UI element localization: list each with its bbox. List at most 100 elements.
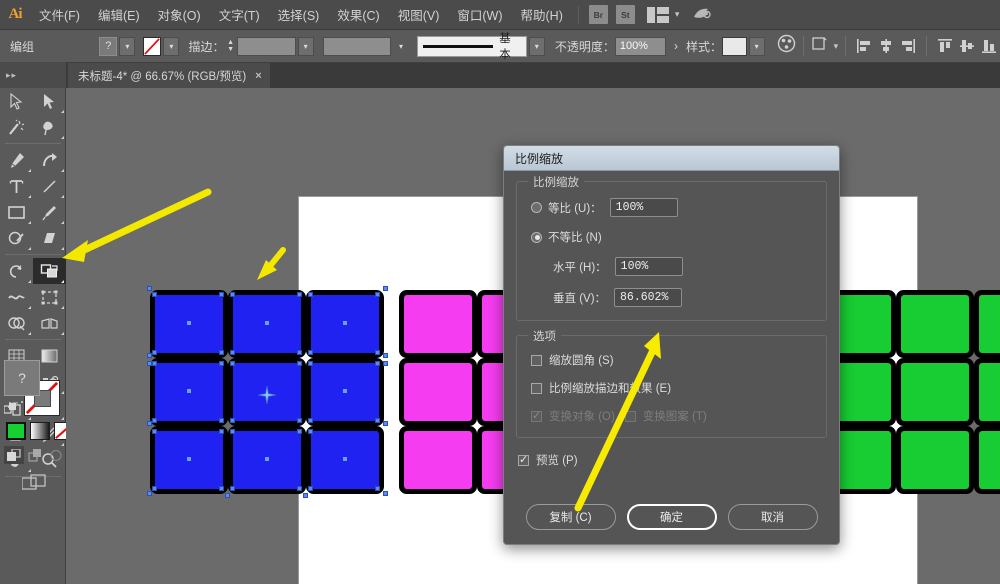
- pen-tool[interactable]: [0, 147, 33, 173]
- menu-select[interactable]: 选择(S): [269, 0, 329, 30]
- transform-chevron-icon[interactable]: ▾: [834, 42, 839, 51]
- opacity-expand-arrow[interactable]: ›: [674, 39, 678, 53]
- stock-button[interactable]: St: [616, 5, 635, 24]
- grid-cell[interactable]: [979, 295, 1000, 353]
- fill-swatch[interactable]: ?: [99, 37, 117, 56]
- perspective-grid-tool[interactable]: [33, 310, 66, 336]
- scale-tool[interactable]: [33, 258, 66, 284]
- tool-panel-grip[interactable]: ▸▸: [0, 62, 66, 88]
- horizontal-field[interactable]: 100%: [615, 257, 683, 276]
- magic-wand-tool[interactable]: [0, 114, 33, 140]
- cancel-button[interactable]: 取消: [728, 504, 818, 530]
- uniform-radio[interactable]: [531, 202, 542, 213]
- curvature-tool[interactable]: [33, 147, 66, 173]
- brush-dropdown[interactable]: ▾: [529, 37, 545, 56]
- preview-row[interactable]: 预览 (P): [518, 452, 827, 468]
- copy-button[interactable]: 复制 (C): [526, 504, 616, 530]
- grid-cell[interactable]: [404, 295, 472, 353]
- type-tool[interactable]: [0, 173, 33, 199]
- close-icon[interactable]: ×: [255, 70, 261, 82]
- draw-inside-button[interactable]: [46, 446, 66, 464]
- uniform-row[interactable]: 等比 (U)： 100%: [531, 198, 812, 217]
- grid-cell[interactable]: [901, 295, 969, 353]
- shape-builder-tool[interactable]: [0, 310, 33, 336]
- vertical-field[interactable]: 86.602%: [614, 288, 682, 307]
- width-tool[interactable]: [0, 284, 33, 310]
- opacity-field[interactable]: 100%: [615, 37, 666, 56]
- bridge-button[interactable]: Br: [589, 5, 608, 24]
- home-bird-icon[interactable]: [692, 6, 712, 24]
- stroke-swatch-none[interactable]: [143, 37, 161, 56]
- direct-selection-tool[interactable]: [33, 88, 66, 114]
- scale-strokes-row[interactable]: 比例缩放描边和效果 (E): [531, 380, 812, 396]
- vertical-row[interactable]: 垂直 (V)： 86.602%: [531, 288, 812, 307]
- align-right-icon[interactable]: [900, 38, 916, 54]
- blue-grid[interactable]: [155, 295, 383, 495]
- layout-icon[interactable]: [647, 7, 669, 23]
- scale-corners-label: 缩放圆角 (S): [549, 352, 614, 368]
- menu-effect[interactable]: 效果(C): [328, 0, 388, 30]
- grid-cell[interactable]: [979, 431, 1000, 489]
- horizontal-row[interactable]: 水平 (H)： 100%: [531, 257, 812, 276]
- eraser-tool[interactable]: [33, 225, 66, 251]
- fill-dropdown[interactable]: ▾: [119, 37, 135, 56]
- free-transform-tool[interactable]: [33, 284, 66, 310]
- preview-checkbox[interactable]: [518, 455, 529, 466]
- stroke-profile-dropdown[interactable]: ▾: [393, 37, 409, 56]
- stroke-weight-stepper[interactable]: ▲▼: [224, 36, 236, 56]
- grid-cell[interactable]: [979, 363, 1000, 421]
- rectangle-tool[interactable]: [0, 199, 33, 225]
- recolor-artwork-icon[interactable]: [777, 34, 796, 58]
- style-swatch[interactable]: [722, 37, 747, 56]
- document-tab[interactable]: 未标题-4* @ 66.67% (RGB/预览) ×: [68, 63, 270, 88]
- brush-definition-select[interactable]: 基本: [417, 36, 527, 57]
- shaper-tool[interactable]: [0, 225, 33, 251]
- swap-fill-stroke-icon[interactable]: [4, 402, 18, 416]
- non-uniform-radio[interactable]: [531, 232, 542, 243]
- stroke-dropdown[interactable]: ▾: [163, 37, 179, 56]
- stroke-profile-field[interactable]: [323, 37, 391, 56]
- menu-window[interactable]: 窗口(W): [448, 0, 511, 30]
- menu-object[interactable]: 对象(O): [149, 0, 210, 30]
- align-left-icon[interactable]: [856, 38, 872, 54]
- stroke-weight-field[interactable]: [237, 37, 296, 56]
- lasso-tool[interactable]: [33, 114, 66, 140]
- align-middle-vertical-icon[interactable]: [959, 38, 975, 54]
- draw-normal-button[interactable]: [4, 446, 24, 464]
- drawing-mode-buttons: [4, 446, 66, 464]
- color-button[interactable]: [6, 422, 26, 440]
- tool-panel: ▸▸: [0, 88, 66, 584]
- grid-cell[interactable]: [901, 363, 969, 421]
- uniform-field[interactable]: 100%: [610, 198, 678, 217]
- grid-cell[interactable]: [404, 363, 472, 421]
- align-top-icon[interactable]: [937, 38, 953, 54]
- chevron-down-icon[interactable]: ▾: [675, 10, 680, 19]
- draw-behind-button[interactable]: [25, 446, 45, 464]
- scale-strokes-checkbox[interactable]: [531, 383, 542, 394]
- menu-edit[interactable]: 编辑(E): [89, 0, 149, 30]
- stroke-label: 描边：: [188, 38, 224, 55]
- align-center-horizontal-icon[interactable]: [878, 38, 894, 54]
- menu-type[interactable]: 文字(T): [210, 0, 269, 30]
- style-dropdown[interactable]: ▾: [749, 37, 765, 56]
- line-segment-tool[interactable]: [33, 173, 66, 199]
- scale-origin-marker[interactable]: [258, 386, 276, 404]
- menu-view[interactable]: 视图(V): [389, 0, 449, 30]
- rotate-tool[interactable]: [0, 258, 33, 284]
- gradient-button[interactable]: [30, 422, 50, 440]
- transform-icon[interactable]: [811, 35, 828, 57]
- change-screen-mode-button[interactable]: [22, 474, 46, 490]
- scale-corners-checkbox[interactable]: [531, 355, 542, 366]
- selection-tool[interactable]: [0, 88, 33, 114]
- grid-cell[interactable]: [901, 431, 969, 489]
- menu-help[interactable]: 帮助(H): [512, 0, 572, 30]
- non-uniform-row[interactable]: 不等比 (N): [531, 229, 812, 245]
- scale-corners-row[interactable]: 缩放圆角 (S): [531, 352, 812, 368]
- fill-indicator[interactable]: ?: [4, 360, 40, 396]
- ok-button[interactable]: 确定: [627, 504, 717, 530]
- align-bottom-icon[interactable]: [981, 38, 997, 54]
- stroke-weight-dropdown[interactable]: ▾: [298, 37, 314, 56]
- paintbrush-tool[interactable]: [33, 199, 66, 225]
- menu-file[interactable]: 文件(F): [30, 0, 89, 30]
- grid-cell[interactable]: [404, 431, 472, 489]
